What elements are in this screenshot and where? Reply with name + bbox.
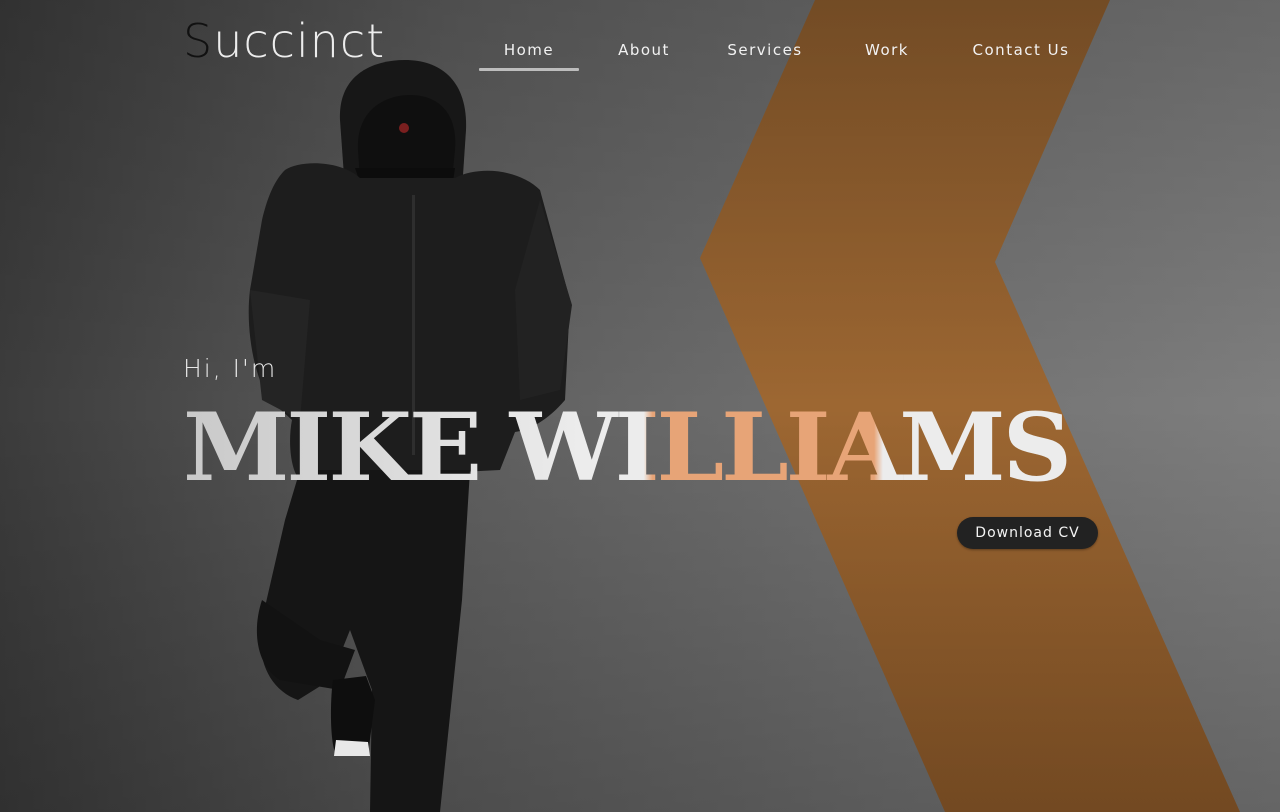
logo-first-letter: S [183, 14, 214, 68]
nav-item-contact-us[interactable]: Contact Us [971, 39, 1071, 71]
nav-item-home[interactable]: Home [479, 39, 579, 71]
hero-greeting: Hi, I'm [183, 354, 278, 383]
nav-item-about[interactable]: About [604, 39, 684, 71]
download-cv-button[interactable]: Download CV [957, 517, 1098, 549]
hero-name-heading: MIKE WILLIAMS [183, 393, 1072, 502]
hero-name-text: MIKE WILLIAMS [183, 393, 1069, 502]
page: Succinct Home About Services Work Contac… [0, 0, 1280, 812]
nav-item-services[interactable]: Services [725, 39, 805, 71]
logo-rest-text: uccinct [213, 14, 386, 68]
nav-item-work[interactable]: Work [857, 39, 917, 71]
brand-logo[interactable]: Succinct [183, 18, 385, 64]
